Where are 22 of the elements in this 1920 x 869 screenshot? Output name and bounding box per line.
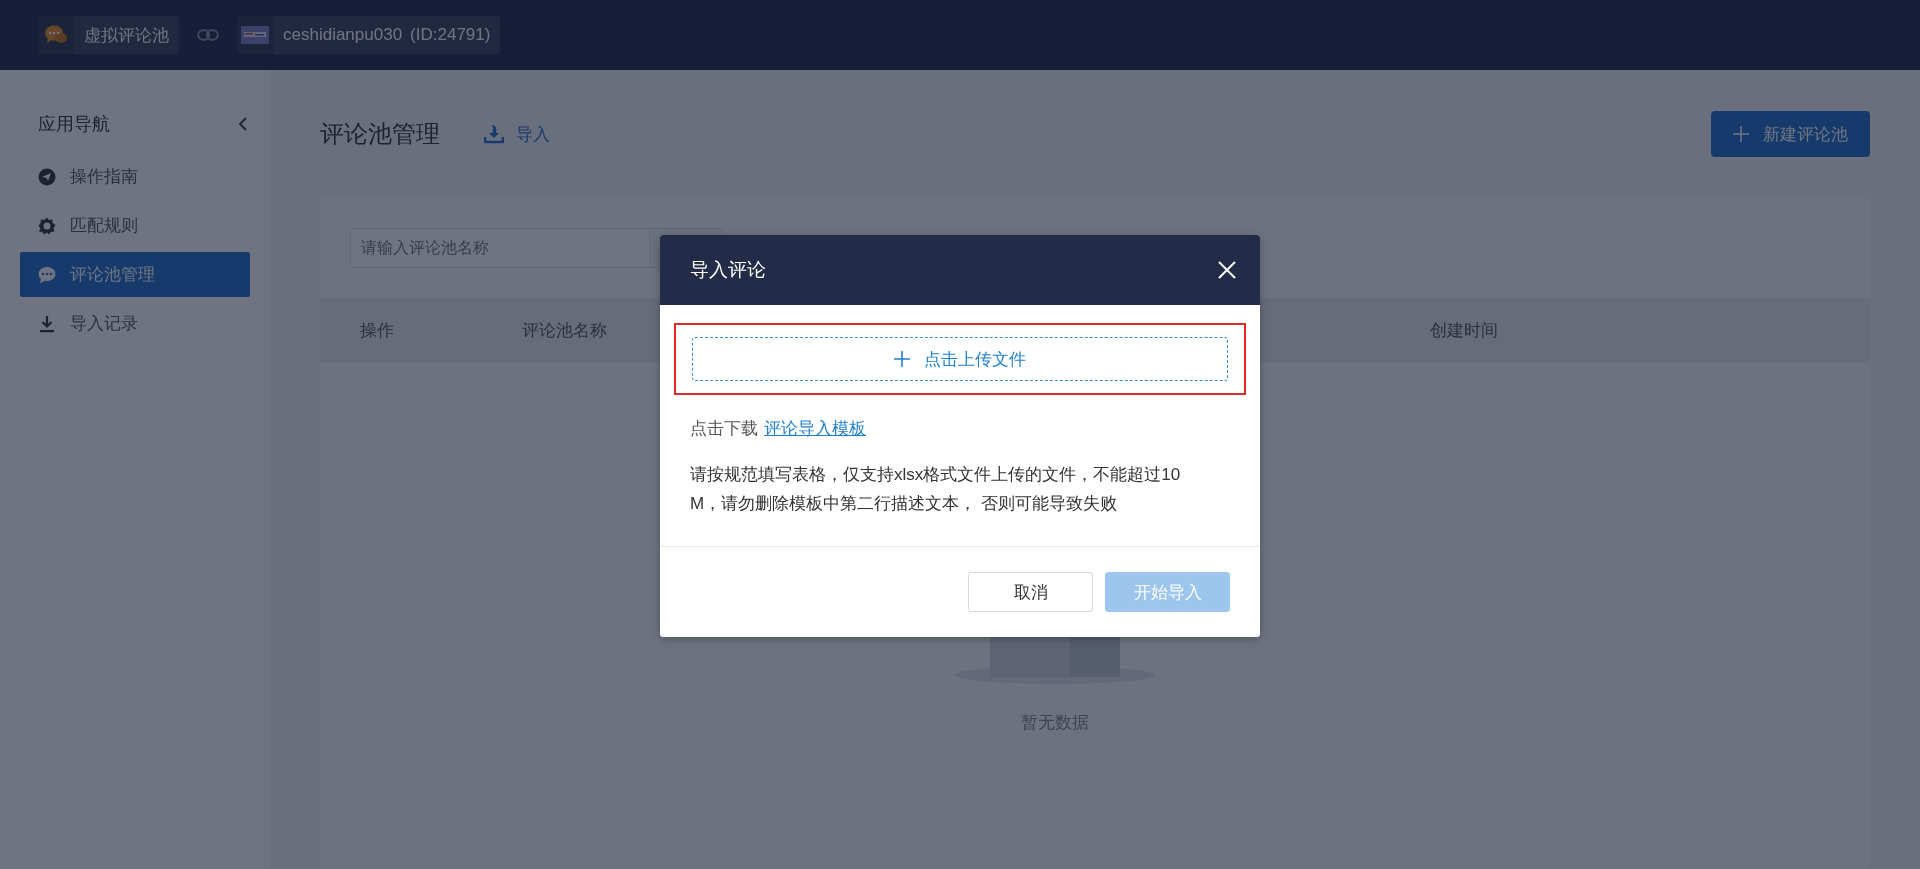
sidebar-item[interactable]: 操作指南 (20, 154, 250, 199)
template-link[interactable]: 评论导入模板 (764, 417, 866, 440)
dialog-title: 导入评论 (690, 258, 766, 282)
sidebar-item[interactable]: 导入记录 (20, 301, 250, 346)
app-name: 虚拟评论池 (83, 24, 170, 47)
column-header: 评论池名称 (522, 320, 608, 342)
column-header: 创建时间 (1430, 320, 1498, 342)
store-chip[interactable]: ceshidianpu030 (ID:24791) (237, 16, 501, 54)
download-hint: 点击下载 (690, 418, 758, 440)
cancel-button[interactable]: 取消 (968, 572, 1093, 612)
sidebar-item[interactable]: 评论池管理 (20, 252, 250, 297)
description-text: 请按规范填写表格，仅支持xlsx格式文件上传的文件，不能超过10M，请勿删除模板中第二行描述文本， 否则可能导致失败 (690, 464, 1182, 515)
sidebar-title: 应用导航 (38, 113, 110, 136)
new-pool-button[interactable]: 新建评论池 (1711, 111, 1870, 157)
column-header: 操作 (359, 320, 395, 342)
upload-button[interactable]: 点击上传文件 (692, 337, 1228, 381)
store-id: (ID:24791) (410, 25, 491, 45)
app-chip[interactable]: 虚拟评论池 (38, 16, 179, 54)
store-name: ceshidianpu030 (283, 25, 403, 45)
import-link[interactable]: 导入 (484, 122, 550, 146)
page-title: 评论池管理 (320, 119, 440, 149)
sidebar-item[interactable]: 匹配规则 (20, 203, 250, 248)
